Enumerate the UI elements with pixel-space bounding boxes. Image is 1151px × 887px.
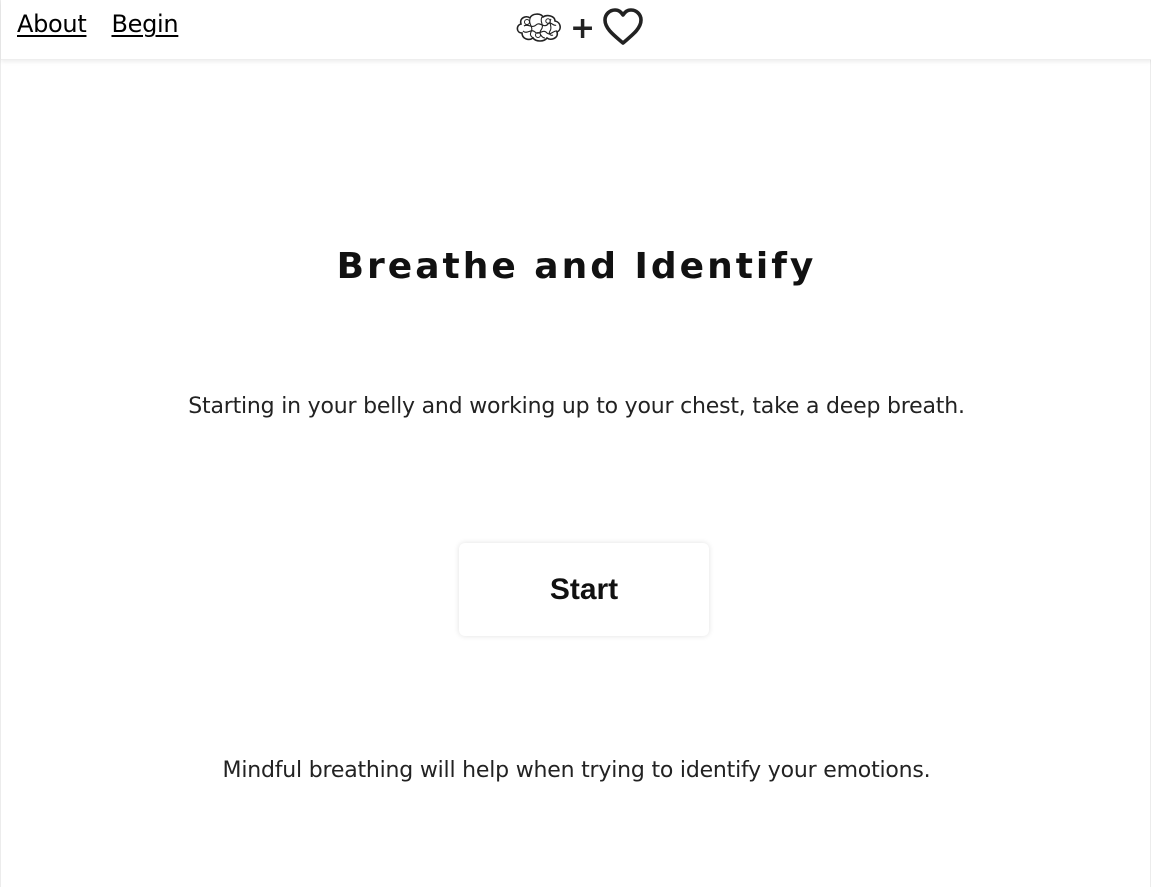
brain-icon <box>514 11 564 47</box>
breathing-instruction: Starting in your belly and working up to… <box>188 394 965 419</box>
top-bar: About Begin + <box>1 0 1151 60</box>
main-nav: About Begin <box>17 10 179 38</box>
footer-note: Mindful breathing will help when trying … <box>222 758 931 783</box>
plus-sign: + <box>570 11 596 46</box>
begin-link[interactable]: Begin <box>111 10 178 38</box>
page: About Begin + Breathe and Identify Start… <box>0 0 1151 887</box>
start-button[interactable]: Start <box>459 543 709 636</box>
logo: + <box>514 7 645 51</box>
about-link[interactable]: About <box>17 10 87 38</box>
heart-icon <box>601 7 645 51</box>
page-title: Breathe and Identify <box>336 246 817 287</box>
